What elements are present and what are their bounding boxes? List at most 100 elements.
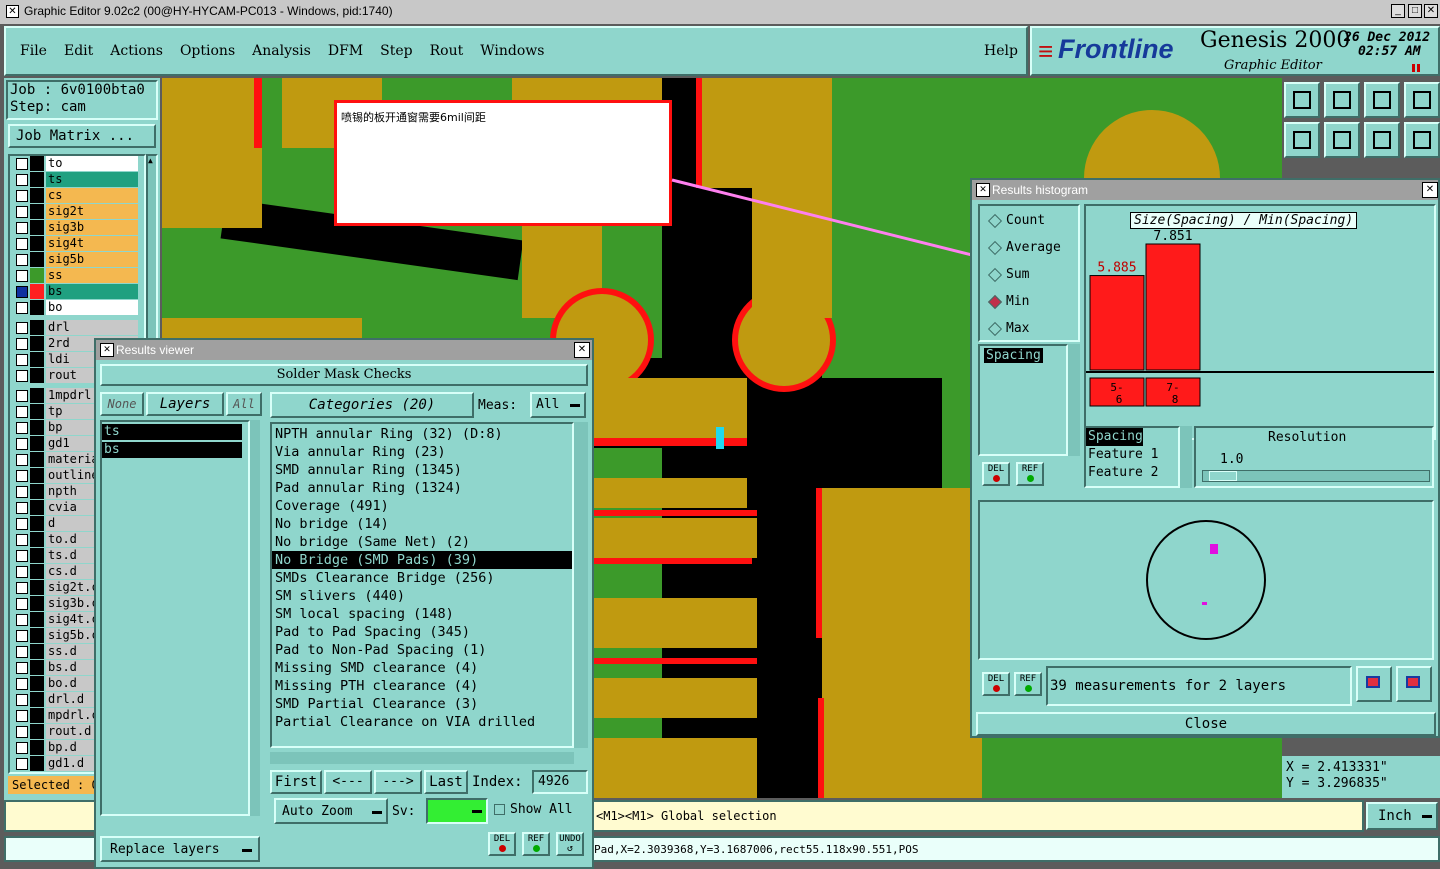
- layer-checkbox[interactable]: [16, 286, 28, 298]
- close-window-button[interactable]: ✕: [1424, 4, 1438, 18]
- layer-checkbox[interactable]: [16, 630, 28, 642]
- layer-checkbox[interactable]: [16, 566, 28, 578]
- layer-row[interactable]: sig2t: [10, 204, 144, 220]
- layer-row[interactable]: cs: [10, 188, 144, 204]
- scroll-up-arrow-icon[interactable]: ▲: [148, 156, 153, 165]
- layer-checkbox[interactable]: [16, 678, 28, 690]
- rv-layer-item[interactable]: ts: [102, 424, 242, 440]
- layer-row[interactable]: ts: [10, 172, 144, 188]
- maximize-button[interactable]: □: [1408, 4, 1422, 18]
- layer-checkbox[interactable]: [16, 338, 28, 350]
- layer-row[interactable]: bo: [10, 300, 144, 316]
- category-item[interactable]: Pad to Non-Pad Spacing (1): [272, 641, 572, 659]
- mode-radio-count[interactable]: Count: [988, 210, 1096, 232]
- layer-checkbox[interactable]: [16, 438, 28, 450]
- layer-checkbox[interactable]: [16, 174, 28, 186]
- histogram-close-icon[interactable]: ✕: [1422, 182, 1438, 198]
- results-viewer-close-icon[interactable]: ✕: [574, 342, 590, 358]
- mode-radio-max[interactable]: Max: [988, 318, 1096, 340]
- category-item[interactable]: Missing SMD clearance (4): [272, 659, 572, 677]
- layer-checkbox[interactable]: [16, 222, 28, 234]
- toolbar-up-icon[interactable]: [1284, 82, 1320, 118]
- field-list-scrollbar[interactable]: [1068, 344, 1080, 456]
- layer-checkbox[interactable]: [16, 742, 28, 754]
- category-item[interactable]: No bridge (14): [272, 515, 572, 533]
- layer-checkbox[interactable]: [16, 726, 28, 738]
- layer-checkbox[interactable]: [16, 758, 28, 770]
- mode-radio-average[interactable]: Average: [988, 237, 1096, 259]
- layer-checkbox[interactable]: [16, 534, 28, 546]
- category-item[interactable]: NPTH annular Ring (32) (D:8): [272, 425, 572, 443]
- meas-dropdown[interactable]: All: [530, 392, 586, 418]
- rv-ref-button[interactable]: REF: [522, 832, 550, 856]
- histogram-close-button[interactable]: Close: [976, 712, 1436, 736]
- resolution-slider[interactable]: [1202, 470, 1430, 482]
- menu-item-rout[interactable]: Rout: [430, 43, 464, 59]
- rv-layer-item[interactable]: bs: [102, 442, 242, 458]
- category-item[interactable]: SM local spacing (148): [272, 605, 572, 623]
- category-item[interactable]: SMD Partial Clearance (3): [272, 695, 572, 713]
- layers-button[interactable]: Layers: [146, 392, 224, 416]
- layer-checkbox[interactable]: [16, 322, 28, 334]
- category-scrollbar[interactable]: [574, 422, 588, 748]
- category-item[interactable]: Pad annular Ring (1324): [272, 479, 572, 497]
- histogram-hscrollbar[interactable]: [1084, 412, 1436, 422]
- sort-list[interactable]: Spacing Feature 1 Feature 2: [1084, 426, 1180, 488]
- job-matrix-button[interactable]: Job Matrix ...: [8, 124, 156, 148]
- mode-radio-min[interactable]: Min: [988, 291, 1096, 313]
- category-hscrollbar[interactable]: [270, 752, 574, 764]
- menu-item-actions[interactable]: Actions: [110, 43, 163, 59]
- menu-item-windows[interactable]: Windows: [480, 43, 544, 59]
- histogram-bar[interactable]: [1089, 275, 1145, 371]
- histogram-field-list[interactable]: Spacing: [978, 344, 1068, 456]
- toolbar-window-icon[interactable]: [1404, 82, 1440, 118]
- layer-checkbox[interactable]: [16, 646, 28, 658]
- summary-del-button[interactable]: DEL: [982, 672, 1010, 696]
- index-field[interactable]: 4926: [532, 770, 588, 794]
- export-chart-icon[interactable]: [1356, 666, 1392, 702]
- resolution-slider-thumb[interactable]: [1209, 471, 1237, 481]
- layer-checkbox[interactable]: [16, 354, 28, 366]
- layer-checkbox[interactable]: [16, 550, 28, 562]
- next-button[interactable]: --->: [374, 770, 422, 794]
- summary-ref-button[interactable]: REF: [1014, 672, 1042, 696]
- sort-option[interactable]: Feature 2: [1086, 464, 1178, 482]
- prev-button[interactable]: <---: [324, 770, 372, 794]
- layer-checkbox[interactable]: [16, 454, 28, 466]
- layer-row[interactable]: bs: [10, 284, 144, 300]
- menu-item-analysis[interactable]: Analysis: [252, 43, 311, 59]
- layer-checkbox[interactable]: [16, 502, 28, 514]
- hist-del-button[interactable]: DEL: [982, 462, 1010, 486]
- none-button[interactable]: None: [100, 392, 144, 416]
- menu-item-dfm[interactable]: DFM: [328, 43, 363, 59]
- sort-option[interactable]: Feature 1: [1086, 446, 1178, 464]
- layer-checkbox[interactable]: [16, 710, 28, 722]
- layer-checkbox[interactable]: [16, 238, 28, 250]
- toolbar-rotate-icon[interactable]: [1364, 122, 1400, 158]
- layer-row[interactable]: sig5b: [10, 252, 144, 268]
- sv-color-dropdown[interactable]: [426, 798, 488, 824]
- histogram-bar[interactable]: [1145, 243, 1201, 371]
- layer-row[interactable]: drl: [10, 320, 144, 336]
- category-list[interactable]: NPTH annular Ring (32) (D:8) Via annular …: [270, 422, 574, 748]
- layer-checkbox[interactable]: [16, 206, 28, 218]
- layer-row[interactable]: to: [10, 156, 144, 172]
- menu-item-edit[interactable]: Edit: [64, 43, 93, 59]
- toolbar-right-icon[interactable]: [1324, 122, 1360, 158]
- menu-item-file[interactable]: File: [20, 43, 47, 59]
- sort-list-scrollbar[interactable]: [1180, 426, 1192, 488]
- category-item[interactable]: SM slivers (440): [272, 587, 572, 605]
- toolbar-down-icon[interactable]: [1324, 82, 1360, 118]
- minimize-button[interactable]: _: [1391, 4, 1405, 18]
- layer-checkbox[interactable]: [16, 470, 28, 482]
- hist-ref-button[interactable]: REF: [1016, 462, 1044, 486]
- layer-checkbox[interactable]: [16, 486, 28, 498]
- layer-checkbox[interactable]: [16, 598, 28, 610]
- layer-checkbox[interactable]: [16, 254, 28, 266]
- layer-row[interactable]: sig4t: [10, 236, 144, 252]
- layer-checkbox[interactable]: [16, 370, 28, 382]
- menu-help[interactable]: Help: [984, 43, 1018, 59]
- menu-item-step[interactable]: Step: [380, 43, 412, 59]
- layer-checkbox[interactable]: [16, 582, 28, 594]
- category-item[interactable]: No bridge (Same Net) (2): [272, 533, 572, 551]
